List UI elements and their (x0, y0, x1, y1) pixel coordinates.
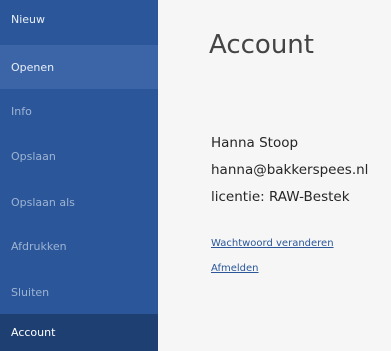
sidebar-item-label: Account (11, 326, 56, 339)
sidebar-item-label: Opslaan als (11, 195, 75, 209)
account-panel: Account Hanna Stoop hanna@bakkerspees.nl… (158, 0, 391, 351)
sidebar-item-label: Info (11, 104, 32, 118)
sidebar-item-nieuw[interactable]: Nieuw (0, 0, 158, 38)
page-title: Account (209, 30, 314, 60)
change-password-link[interactable]: Wachtwoord veranderen (211, 238, 334, 249)
sidebar-item-label: Opslaan (11, 149, 56, 163)
sidebar-item-afdrukken[interactable]: Afdrukken (0, 224, 158, 268)
sidebar-item-account[interactable]: Account (0, 314, 158, 351)
sidebar-item-info[interactable]: Info (0, 89, 158, 133)
sidebar-item-label: Nieuw (11, 12, 46, 26)
user-name: Hanna Stoop (211, 135, 299, 151)
sidebar-item-sluiten[interactable]: Sluiten (0, 270, 158, 314)
license-info: licentie: RAW-Bestek (211, 189, 350, 205)
sidebar-item-label: Sluiten (11, 285, 50, 299)
backstage-sidebar: Nieuw Openen Info Opslaan Opslaan als Af… (0, 0, 158, 351)
sidebar-item-opslaan-als[interactable]: Opslaan als (0, 180, 158, 224)
sidebar-item-label: Openen (11, 60, 55, 74)
sidebar-item-openen[interactable]: Openen (0, 45, 158, 89)
backstage-view: Nieuw Openen Info Opslaan Opslaan als Af… (0, 0, 391, 351)
user-email: hanna@bakkerspees.nl (211, 162, 369, 178)
sidebar-item-opslaan[interactable]: Opslaan (0, 134, 158, 178)
sign-out-link[interactable]: Afmelden (211, 263, 259, 274)
sidebar-item-label: Afdrukken (11, 239, 67, 253)
